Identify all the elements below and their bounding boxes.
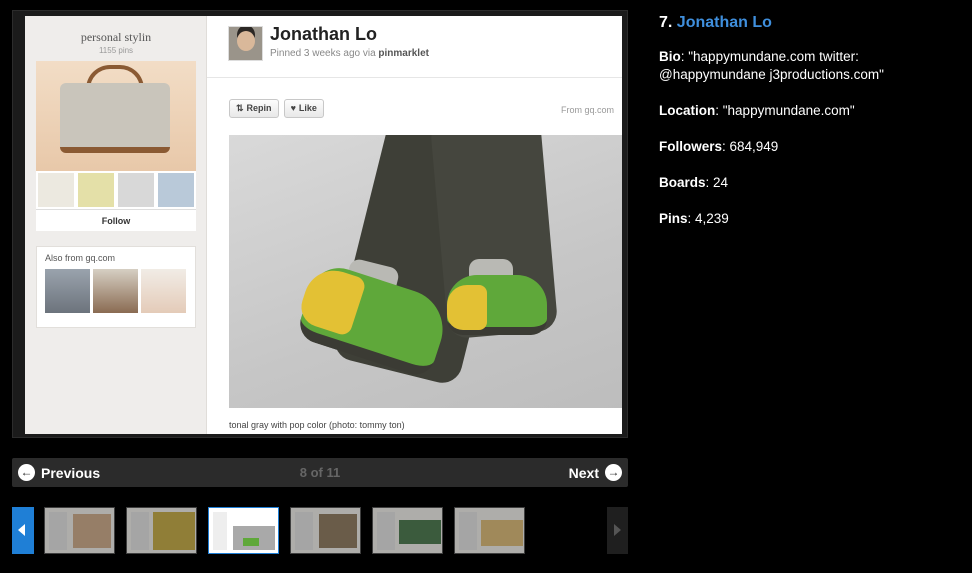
- slide-counter: 8 of 11: [299, 465, 341, 480]
- board-pin-count: 1155 pins: [98, 46, 134, 55]
- slideshow-nav: ← Previous 8 of 11 Next →: [12, 458, 628, 487]
- pinned-meta: Pinned 3 weeks ago via pinmarklet: [270, 48, 429, 59]
- thumb-shape: [459, 512, 477, 550]
- triangle-right-icon: [614, 524, 621, 536]
- board-thumbnails: [36, 171, 196, 209]
- thumb-shape: [295, 512, 313, 550]
- like-button[interactable]: ♥ Like: [283, 99, 324, 118]
- source-link[interactable]: From gq.com: [561, 105, 614, 115]
- slide-thumbnail[interactable]: [372, 507, 443, 554]
- thumbnail-strip: [44, 507, 525, 554]
- thumb-shape: [213, 512, 227, 550]
- followers-value: : 684,949: [722, 139, 779, 154]
- strip-scroll-right-button[interactable]: [607, 507, 628, 554]
- board-thumb: [158, 173, 194, 207]
- slide-thumbnail[interactable]: [454, 507, 525, 554]
- arrow-right-icon: →: [605, 464, 622, 481]
- pins-label: Pins: [659, 211, 688, 226]
- strip-scroll-left-button[interactable]: [12, 507, 34, 554]
- thumb-shape: [73, 514, 111, 548]
- followers-label: Followers: [659, 139, 723, 154]
- thumb-shape: [319, 514, 357, 548]
- location-label: Location: [659, 103, 716, 118]
- pins-row: Pins: 4,239: [659, 210, 959, 228]
- thumb-shape: [243, 538, 259, 546]
- thumb-shape: [49, 512, 67, 550]
- pin-photo[interactable]: [229, 135, 622, 408]
- pin-screenshot: personal stylin 1155 pins Follow Also fr…: [25, 16, 622, 434]
- also-from-thumb[interactable]: [93, 269, 138, 313]
- triangle-left-icon: [18, 524, 25, 536]
- repin-label: Repin: [246, 103, 272, 113]
- pinner-info-panel: 7. Jonathan Lo Bio: "happymundane.com tw…: [659, 14, 959, 246]
- also-from-thumbnails: [37, 263, 195, 313]
- board-card: personal stylin 1155 pins Follow: [36, 28, 196, 231]
- board-thumb: [38, 173, 74, 207]
- followers-row: Followers: 684,949: [659, 138, 959, 156]
- pinner-profile-link[interactable]: Jonathan Lo: [677, 14, 772, 31]
- location-row: Location: "happymundane.com": [659, 102, 959, 120]
- next-label: Next: [568, 464, 599, 481]
- board-thumb: [78, 173, 114, 207]
- repin-button[interactable]: ⇅ Repin: [229, 99, 279, 118]
- pinner-name[interactable]: Jonathan Lo: [270, 24, 377, 45]
- also-from-card: Also from gq.com: [36, 246, 196, 328]
- thumb-shape: [481, 520, 523, 546]
- slide-thumbnail-active[interactable]: [208, 507, 279, 554]
- heart-icon: ♥: [290, 103, 296, 113]
- thumb-shape: [153, 512, 195, 550]
- slide-frame: personal stylin 1155 pins Follow Also fr…: [12, 10, 628, 438]
- pinned-meta-text: Pinned 3 weeks ago via: [270, 48, 379, 59]
- pinned-via-link[interactable]: pinmarklet: [378, 48, 429, 59]
- repin-icon: ⇅: [236, 103, 244, 113]
- boards-value: : 24: [705, 175, 729, 190]
- bio-value: : "happymundane.com twitter: @happymunda…: [659, 49, 884, 82]
- avatar[interactable]: [228, 26, 263, 61]
- slide-thumbnail[interactable]: [290, 507, 361, 554]
- also-from-thumb[interactable]: [141, 269, 186, 313]
- thumb-shape: [131, 512, 149, 550]
- thumb-shape: [377, 512, 395, 550]
- next-button[interactable]: Next →: [569, 464, 622, 481]
- slideshow-page: personal stylin 1155 pins Follow Also fr…: [0, 0, 972, 573]
- boards-label: Boards: [659, 175, 706, 190]
- boards-row: Boards: 24: [659, 174, 959, 192]
- slide-thumbnail[interactable]: [44, 507, 115, 554]
- rank-number: 7.: [659, 14, 673, 31]
- like-label: Like: [298, 103, 317, 113]
- slide-thumbnail[interactable]: [126, 507, 197, 554]
- pin-detail: Jonathan Lo Pinned 3 weeks ago via pinma…: [207, 16, 622, 434]
- info-title: 7. Jonathan Lo: [659, 14, 959, 32]
- shoe: [447, 275, 547, 335]
- board-sidebar: personal stylin 1155 pins Follow Also fr…: [25, 16, 207, 434]
- board-cover-image: [36, 61, 196, 171]
- board-name: personal stylin: [80, 30, 152, 44]
- pins-value: : 4,239: [687, 211, 729, 226]
- also-from-title: Also from gq.com: [45, 253, 116, 263]
- bio-label: Bio: [659, 49, 681, 64]
- thumb-shape: [399, 520, 441, 544]
- board-thumb: [118, 173, 154, 207]
- pin-caption: tonal gray with pop color (photo: tommy …: [229, 420, 405, 430]
- follow-button[interactable]: Follow: [36, 209, 196, 231]
- bag-shape: [60, 83, 170, 153]
- location-value: : "happymundane.com": [715, 103, 855, 118]
- also-from-thumb[interactable]: [45, 269, 90, 313]
- pin-header: Jonathan Lo Pinned 3 weeks ago via pinma…: [207, 16, 622, 78]
- pin-actions: ⇅ Repin ♥ Like: [229, 99, 324, 118]
- bio-row: Bio: "happymundane.com twitter: @happymu…: [659, 48, 959, 84]
